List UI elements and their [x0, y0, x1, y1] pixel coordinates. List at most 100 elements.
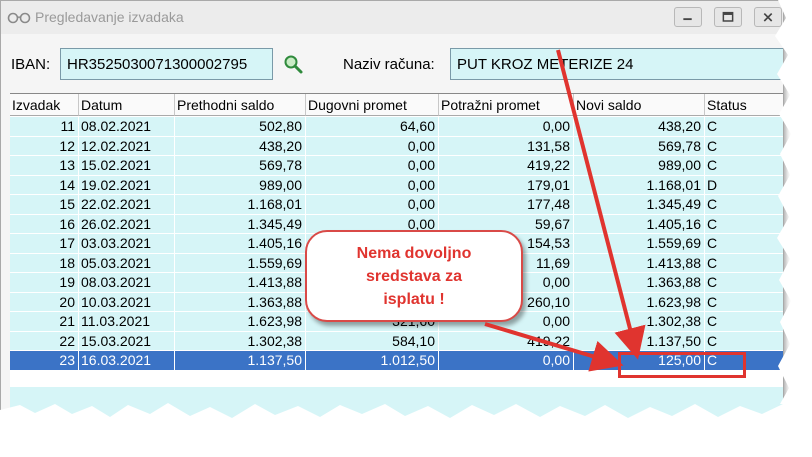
- table-cell: 502,80: [175, 117, 306, 137]
- table-cell: 13: [10, 156, 79, 176]
- table-cell: 22: [10, 331, 79, 351]
- table-row[interactable]: 13 15.02.2021 569,78 0,00 419,22 989,00 C: [10, 156, 783, 176]
- column-header[interactable]: Dugovni promet: [306, 94, 439, 116]
- filter-row: IBAN: HR3525030071300002795 Naziv računa…: [1, 48, 783, 82]
- table-cell: 1.137,50: [175, 351, 306, 371]
- table-cell: 419,22: [439, 331, 574, 351]
- table-cell: C: [705, 254, 783, 273]
- table-cell: 16: [10, 214, 79, 234]
- close-button[interactable]: [754, 7, 782, 27]
- table-cell: 419,22: [439, 156, 574, 176]
- table-row[interactable]: 15 22.02.2021 1.168,01 0,00 177,48 1.345,49 C: [10, 195, 783, 215]
- table-cell: 989,00: [574, 156, 705, 176]
- column-header[interactable]: Izvadak: [10, 94, 79, 116]
- table-cell: C: [705, 137, 783, 156]
- table-cell: 08.02.2021: [79, 117, 175, 137]
- table-cell: 177,48: [439, 195, 574, 215]
- table-cell: 17: [10, 234, 79, 254]
- column-header[interactable]: Potražni promet: [439, 94, 574, 116]
- table-cell: 12.02.2021: [79, 136, 175, 156]
- table-cell: 15: [10, 195, 79, 215]
- annotation-callout: Nema dovoljno sredstava za isplatu !: [305, 230, 523, 322]
- table-cell: C: [705, 117, 783, 137]
- table-cell: 14: [10, 175, 79, 195]
- table-cell: 1.012,50: [306, 351, 439, 371]
- table-cell: 131,58: [439, 136, 574, 156]
- table-cell: 19: [10, 273, 79, 293]
- table-cell: 438,20: [574, 117, 705, 137]
- table-cell: 0,00: [306, 136, 439, 156]
- table-cell: 21: [10, 312, 79, 332]
- table-cell: C: [705, 273, 783, 293]
- table-cell: D: [705, 176, 783, 195]
- iban-field[interactable]: HR3525030071300002795: [60, 48, 273, 80]
- minimize-button[interactable]: [674, 7, 702, 27]
- column-header[interactable]: Status: [705, 94, 783, 116]
- table-cell: 26.02.2021: [79, 214, 175, 234]
- table-cell: 19.02.2021: [79, 175, 175, 195]
- table-cell: 0,00: [439, 351, 574, 371]
- table-row[interactable]: 14 19.02.2021 989,00 0,00 179,01 1.168,01 D: [10, 175, 783, 195]
- table-cell: 1.623,98: [175, 312, 306, 332]
- table-cell: 438,20: [175, 136, 306, 156]
- table-cell: 1.559,69: [574, 234, 705, 254]
- callout-line: isplatu !: [383, 291, 445, 308]
- table-cell: C: [705, 293, 783, 312]
- column-header[interactable]: Prethodni saldo: [175, 94, 306, 116]
- table-cell: 1.345,49: [175, 214, 306, 234]
- maximize-icon: [722, 11, 734, 22]
- table-cell: 1.168,01: [574, 175, 705, 195]
- account-name-label: Naziv računa:: [343, 56, 435, 73]
- table-cell: 0,00: [306, 195, 439, 215]
- table-cell: 569,78: [574, 136, 705, 156]
- callout-line: sredstava za: [365, 268, 463, 285]
- table-cell: 1.137,50: [574, 331, 705, 351]
- table-cell: 11: [10, 117, 79, 137]
- table-cell: 1.405,16: [574, 214, 705, 234]
- table-cell: 1.363,88: [175, 292, 306, 312]
- table-cell: 989,00: [175, 175, 306, 195]
- table-cell: 0,00: [306, 175, 439, 195]
- table-cell: 05.03.2021: [79, 253, 175, 273]
- magnifier-icon[interactable]: [282, 53, 304, 75]
- table-cell: C: [705, 215, 783, 234]
- table-row[interactable]: 11 08.02.2021 502,80 64,60 0,00 438,20 C: [10, 117, 783, 137]
- table-cell: 1.405,16: [175, 234, 306, 254]
- table-cell: C: [705, 195, 783, 215]
- minimize-icon: [683, 18, 692, 21]
- window-title: Pregledavanje izvadaka: [35, 9, 184, 25]
- table-cell: 1.302,38: [175, 331, 306, 351]
- glasses-icon: [7, 12, 31, 24]
- table-cell: 12: [10, 136, 79, 156]
- table-cell: 23: [10, 351, 79, 371]
- column-header[interactable]: Datum: [79, 94, 175, 116]
- table-cell: C: [705, 156, 783, 176]
- column-header[interactable]: Novi saldo: [574, 94, 705, 116]
- maximize-button[interactable]: [714, 7, 742, 27]
- table-cell: C: [705, 332, 783, 351]
- table-row[interactable]: 12 12.02.2021 438,20 0,00 131,58 569,78 C: [10, 136, 783, 156]
- highlight-box: [618, 352, 746, 378]
- table-cell: 1.413,88: [175, 273, 306, 293]
- table-cell: 64,60: [306, 117, 439, 137]
- table-cell: 08.03.2021: [79, 273, 175, 293]
- table-cell: 15.03.2021: [79, 331, 175, 351]
- title-bar: Pregledavanje izvadaka: [1, 1, 783, 34]
- account-name-field[interactable]: PUT KROZ METERIZE 24: [450, 48, 783, 80]
- table-cell: 18: [10, 253, 79, 273]
- table-cell: 03.03.2021: [79, 234, 175, 254]
- table-cell: C: [705, 234, 783, 254]
- table-cell: 0,00: [306, 156, 439, 176]
- table-cell: 15.02.2021: [79, 156, 175, 176]
- table-cell: 10.03.2021: [79, 292, 175, 312]
- table-cell: 569,78: [175, 156, 306, 176]
- table-cell: 1.168,01: [175, 195, 306, 215]
- table-cell: 584,10: [306, 331, 439, 351]
- close-icon: [763, 12, 773, 22]
- table-cell: 1.302,38: [574, 312, 705, 332]
- table-row[interactable]: 22 15.03.2021 1.302,38 584,10 419,22 1.137,50…: [10, 331, 783, 351]
- table-cell: 1.413,88: [574, 253, 705, 273]
- table-cell: 179,01: [439, 175, 574, 195]
- table-cell: 1.363,88: [574, 273, 705, 293]
- iban-label: IBAN:: [11, 56, 51, 73]
